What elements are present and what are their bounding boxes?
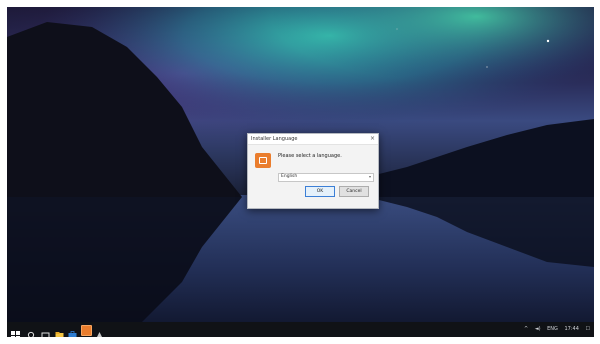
task-view-icon[interactable] <box>41 325 50 337</box>
chevron-down-icon: ▾ <box>368 174 371 179</box>
installer-language-dialog: Installer Language × Please select a lan… <box>247 133 379 209</box>
app-icon[interactable] <box>95 325 104 337</box>
dialog-prompt: Please select a language. <box>278 153 342 159</box>
volume-icon[interactable]: ◄) <box>535 326 541 332</box>
close-icon[interactable]: × <box>370 135 375 142</box>
dialog-titlebar[interactable]: Installer Language × <box>248 134 378 145</box>
cancel-button[interactable]: Cancel <box>339 186 369 197</box>
notification-icon[interactable]: ☐ <box>586 326 590 332</box>
start-icon[interactable] <box>11 325 20 337</box>
language-select-value: English <box>281 174 298 179</box>
ok-button[interactable]: OK <box>305 186 335 197</box>
installer-icon <box>255 153 271 168</box>
store-icon[interactable] <box>68 325 77 337</box>
desktop-screen: Installer Language × Please select a lan… <box>7 7 594 337</box>
system-tray: ^ ◄) ENG 17:44 ☐ <box>519 326 590 332</box>
language-select[interactable]: English ▾ <box>278 173 374 182</box>
clock[interactable]: 17:44 <box>565 326 579 332</box>
dialog-title: Installer Language <box>251 136 298 142</box>
installer-taskbar-icon[interactable] <box>81 325 92 336</box>
taskbar: ^ ◄) ENG 17:44 ☐ <box>7 322 594 337</box>
language-indicator[interactable]: ENG <box>547 326 558 332</box>
search-icon[interactable] <box>27 325 36 337</box>
tray-overflow-icon[interactable]: ^ <box>524 326 528 332</box>
file-explorer-icon[interactable] <box>55 325 64 337</box>
